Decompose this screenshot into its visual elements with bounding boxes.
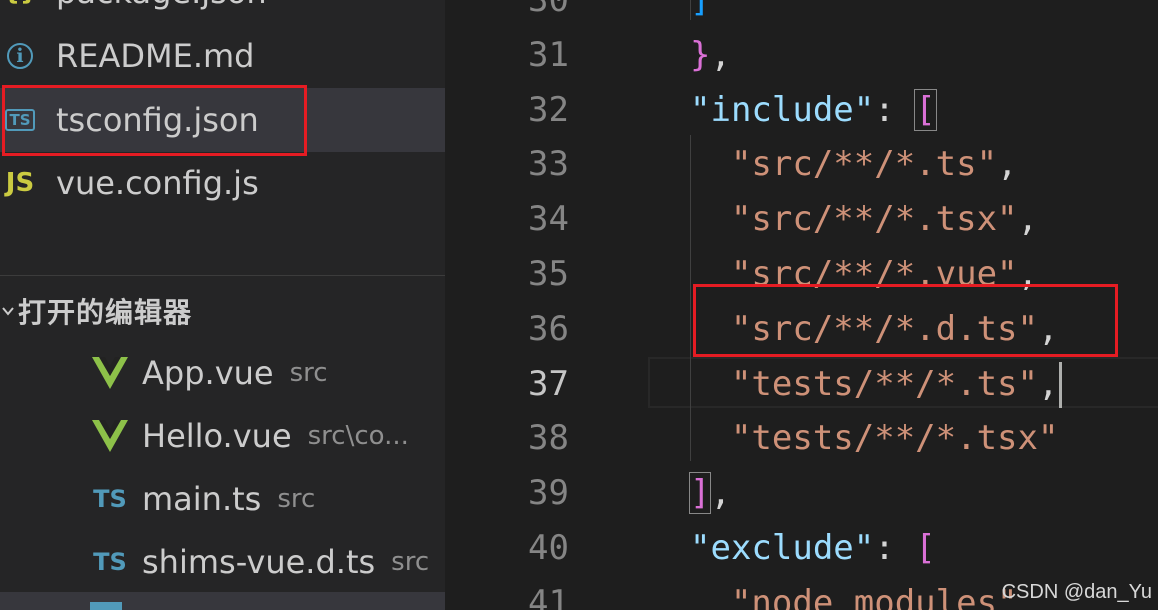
vue-icon [90, 419, 130, 452]
open-editors-title: 打开的编辑器 [18, 296, 193, 329]
code-token: } [690, 34, 711, 75]
open-editor-path: src [391, 546, 430, 577]
code-token: "src/**/*.d.ts" [690, 308, 1038, 349]
file-name: package.json [56, 0, 267, 11]
code-token: , [1017, 254, 1038, 294]
line-number: 38 [528, 418, 569, 459]
code-line[interactable]: 30] [445, 0, 1158, 28]
code-token: , [1038, 308, 1059, 349]
open-editors-header[interactable]: 打开的编辑器 [0, 282, 445, 340]
code-token: "src/**/*.vue" [690, 254, 1018, 294]
code-token: [ [915, 528, 936, 568]
code-token: , [1038, 363, 1059, 404]
json-icon: {} [0, 0, 40, 6]
open-editor-name: App.vue [142, 353, 274, 392]
code-token: , [710, 473, 731, 514]
code-text: "src/**/*.tsx", [690, 192, 1038, 247]
line-number: 35 [528, 254, 569, 294]
line-number: 37 [528, 363, 569, 404]
code-text: "include": [ [690, 83, 937, 138]
file-name: tsconfig.json [56, 101, 259, 139]
code-text: "tests/**/*.tsx" [690, 411, 1059, 466]
open-editor-shims-vue[interactable]: TS shims-vue.d.ts src [0, 530, 445, 593]
line-number: 32 [528, 89, 569, 130]
code-text: "src/**/*.d.ts", [690, 302, 1059, 357]
code-text: }, [690, 28, 731, 83]
open-editor-name: shims-vue.d.ts [142, 542, 376, 581]
code-line[interactable]: 33 "src/**/*.ts", [445, 137, 1158, 192]
code-token: "src/**/*.tsx" [690, 199, 1018, 240]
indent-guide [690, 135, 691, 461]
code-text: "exclude": [ [690, 521, 936, 576]
code-token: "tests/**/*.ts" [690, 363, 1038, 404]
code-line[interactable]: 36 "src/**/*.d.ts", [445, 302, 1158, 357]
code-token: "tests/**/*.tsx" [690, 418, 1059, 459]
javascript-icon: JS [5, 168, 35, 198]
open-editor-path: src\co... [307, 420, 409, 451]
code-token: : [874, 528, 916, 568]
code-token: "include" [690, 89, 875, 130]
code-token: , [997, 144, 1018, 185]
line-number: 39 [528, 473, 569, 514]
typescript-icon: TS [93, 484, 127, 513]
code-text: "node_modules" [690, 576, 1018, 610]
line-number: 31 [528, 34, 569, 75]
info-icon: i [7, 43, 33, 69]
code-token: : [874, 89, 916, 130]
code-line[interactable]: 34 "src/**/*.tsx", [445, 192, 1158, 247]
code-token: [ [914, 88, 937, 131]
code-text: "tests/**/*.ts", [690, 357, 1063, 412]
code-text: ], [688, 466, 731, 521]
code-token: ] [688, 472, 712, 515]
code-line[interactable]: 38 "tests/**/*.tsx" [445, 411, 1158, 466]
file-item-vue-config[interactable]: JS vue.config.js [0, 151, 445, 215]
line-number: 30 [528, 0, 569, 20]
section-divider [0, 275, 445, 276]
code-text: "src/**/*.vue", [690, 247, 1038, 302]
code-line[interactable]: 32 "include": [ [445, 83, 1158, 138]
code-line[interactable]: 40 "exclude": [ [445, 521, 1158, 576]
code-text: ] [690, 0, 710, 28]
code-token: "node_modules" [690, 582, 1018, 610]
code-line[interactable]: 39], [445, 466, 1158, 521]
line-number: 40 [528, 528, 569, 568]
code-line[interactable]: 37 "tests/**/*.ts", [445, 356, 1158, 412]
open-editor-partial-row[interactable] [0, 592, 445, 610]
line-number: 34 [528, 199, 569, 240]
explorer-sidebar: {} package.json i README.md TS tsconfig.… [0, 0, 445, 610]
typescript-icon: TS [93, 547, 127, 576]
open-editor-name: Hello.vue [142, 416, 292, 455]
code-token: , [710, 34, 731, 75]
code-token: "src/**/*.ts" [690, 144, 998, 185]
code-token: "exclude" [690, 528, 875, 568]
typescript-icon [90, 602, 122, 610]
watermark: CSDN @dan_Yu [1001, 581, 1152, 603]
code-text: "src/**/*.ts", [690, 137, 1018, 192]
indent-guide [690, 0, 691, 20]
file-item-readme[interactable]: i README.md [0, 24, 445, 88]
open-editor-name: main.ts [142, 479, 262, 518]
chevron-down-icon [2, 301, 16, 322]
open-editor-path: src [289, 357, 328, 388]
code-line[interactable]: 35 "src/**/*.vue", [445, 247, 1158, 302]
open-editor-hello-vue[interactable]: Hello.vue src\co... [0, 404, 445, 467]
line-number: 33 [528, 144, 569, 185]
open-editor-app-vue[interactable]: App.vue src [0, 341, 445, 404]
file-name: vue.config.js [56, 164, 259, 202]
line-number: 36 [528, 308, 569, 349]
typescript-icon: TS [5, 109, 35, 131]
open-editor-main-ts[interactable]: TS main.ts src [0, 467, 445, 530]
text-cursor [1059, 362, 1063, 409]
file-name: README.md [56, 37, 255, 75]
file-item-tsconfig[interactable]: TS tsconfig.json [0, 88, 445, 152]
vue-icon [90, 356, 130, 389]
open-editor-path: src [277, 483, 316, 514]
code-editor[interactable]: 30] 31}, 32 "include": [33 "src/**/*.ts", 34… [445, 0, 1158, 610]
file-item-package-json[interactable]: {} package.json [0, 0, 445, 24]
line-number: 41 [528, 582, 569, 610]
code-token: ] [690, 0, 711, 20]
code-token: , [1017, 199, 1038, 240]
code-line[interactable]: 31}, [445, 28, 1158, 83]
